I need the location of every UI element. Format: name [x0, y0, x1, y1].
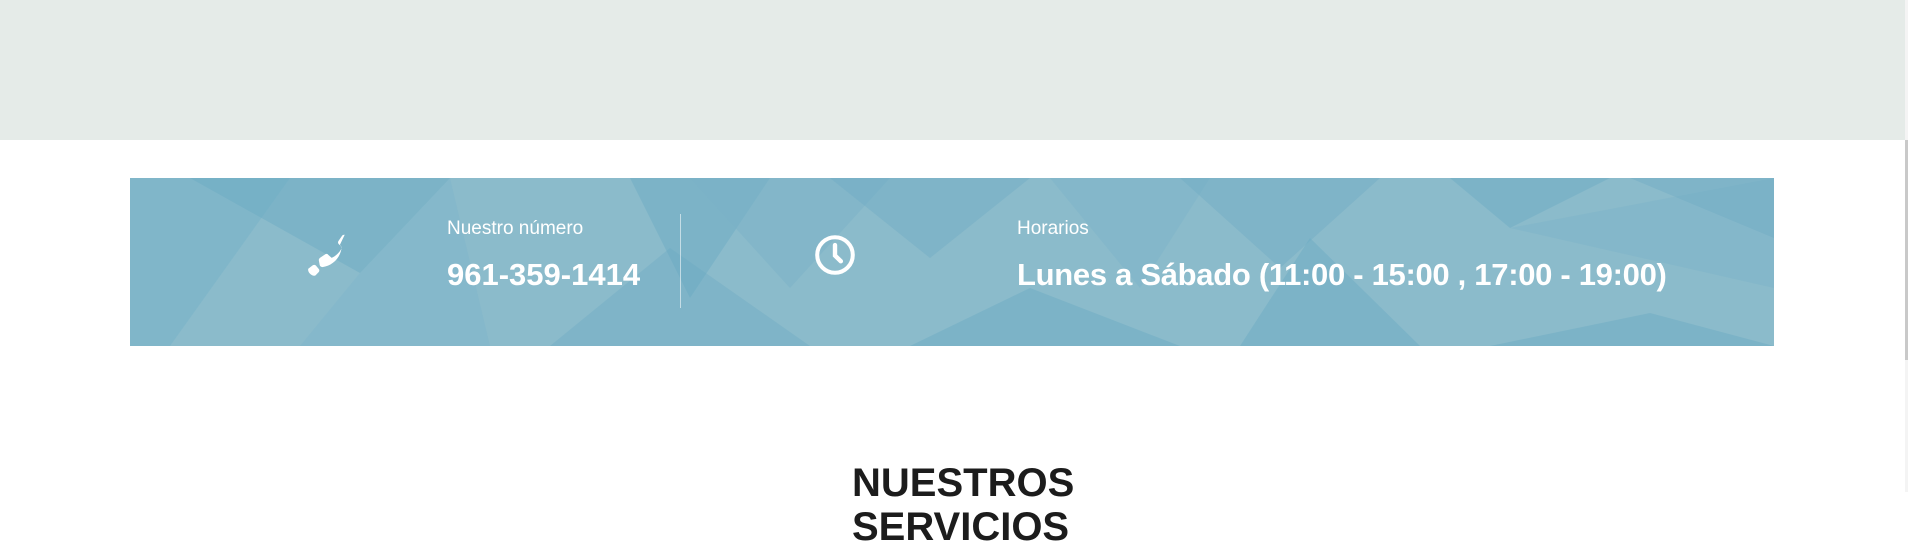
phone-label: Nuestro número	[447, 218, 584, 239]
phone-icon	[308, 234, 345, 276]
hours-value: Lunes a Sábado (11:00 - 15:00 , 17:00 - …	[1017, 257, 1667, 292]
strip-divider	[680, 214, 681, 308]
clock-icon	[815, 235, 855, 275]
hours-label: Horarios	[1017, 218, 1089, 239]
services-heading-line-1: NUESTROS	[852, 461, 1075, 506]
services-heading-line-2: SERVICIOS	[852, 505, 1070, 549]
top-band	[0, 0, 1905, 140]
phone-number[interactable]: 961-359-1414	[447, 256, 640, 294]
services-heading: NUESTROS SERVICIOS	[852, 461, 1075, 549]
contact-hours-strip: Nuestro número 961-359-1414 Horarios Lun…	[130, 178, 1774, 346]
